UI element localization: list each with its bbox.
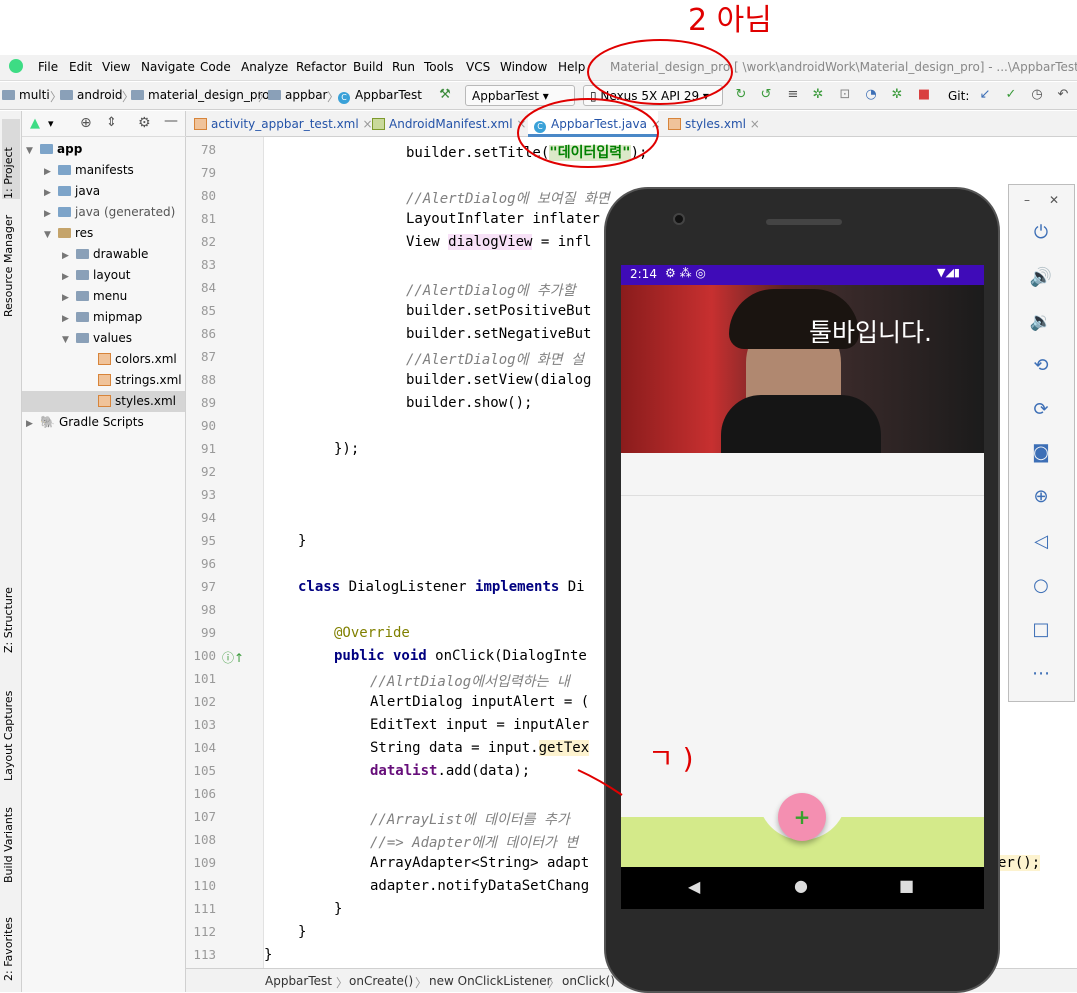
annotation-text-right: ㄱ )	[648, 742, 694, 775]
annotation-circle-tab	[517, 98, 659, 168]
annotation-text-top: 2 아님	[688, 3, 772, 38]
annotation-stroke	[577, 769, 623, 796]
annotation-circle-title	[587, 39, 733, 105]
annotation-layer: 2 아님 ㄱ )	[517, 3, 772, 796]
